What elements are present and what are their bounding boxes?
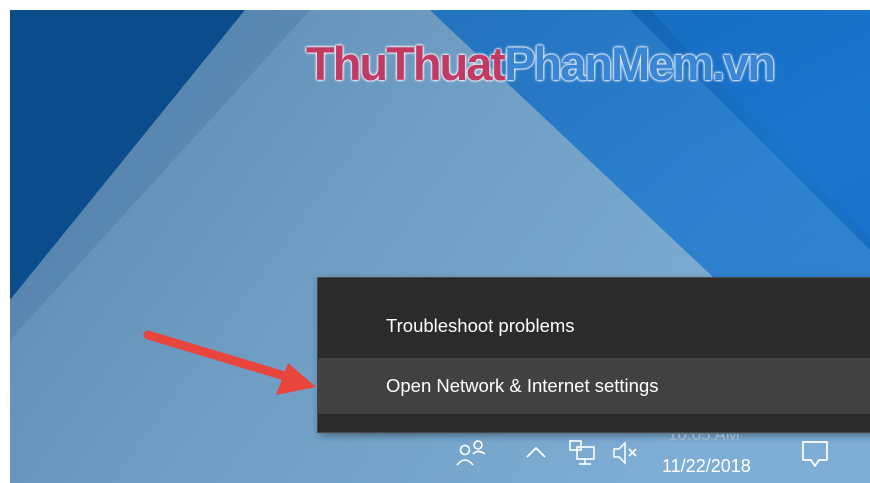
network-context-menu: Troubleshoot problems Open Network & Int… (318, 278, 870, 432)
watermark-part-1: ThuThuat (306, 37, 506, 90)
volume-muted-icon[interactable] (610, 438, 640, 468)
watermark-part-2: PhanMem.vn (504, 37, 776, 90)
clock-date[interactable]: 11/22/2018 (662, 456, 751, 477)
watermark-logo: ThuThuatPhanMem.vn (306, 36, 776, 91)
network-icon[interactable] (567, 438, 599, 468)
people-icon[interactable] (454, 438, 492, 468)
menu-item-label: Open Network & Internet settings (386, 375, 659, 396)
menu-item-label: Troubleshoot problems (386, 315, 575, 336)
screenshot-frame: ThuThuatPhanMem.vn Troubleshoot problems… (10, 10, 870, 483)
annotation-arrow (143, 330, 316, 395)
menu-item-open-network-settings[interactable]: Open Network & Internet settings (318, 358, 870, 414)
chevron-up-icon[interactable] (524, 442, 548, 462)
menu-item-troubleshoot-problems[interactable]: Troubleshoot problems (318, 298, 870, 354)
action-center-icon[interactable] (798, 438, 832, 472)
